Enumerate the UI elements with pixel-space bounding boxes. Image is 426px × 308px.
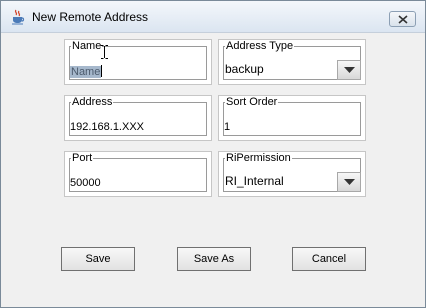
ri-permission-group: RiPermission RI_Internal <box>218 151 366 197</box>
address-type-group: Address Type backup <box>218 39 366 85</box>
ri-permission-select[interactable]: RI_Internal <box>225 174 284 188</box>
dialog-window: New Remote Address Name Name Address Typ… <box>0 0 426 308</box>
name-label: Name <box>71 40 103 52</box>
sort-order-label: Sort Order <box>225 96 279 108</box>
address-type-label: Address Type <box>225 40 295 52</box>
text-cursor-icon <box>101 45 108 62</box>
address-field[interactable]: 192.168.1.XXX <box>70 121 144 133</box>
ri-permission-dropdown-button[interactable] <box>337 172 361 192</box>
address-label: Address <box>71 96 114 108</box>
java-cup-icon <box>10 9 26 25</box>
address-type-select[interactable]: backup <box>225 62 264 76</box>
close-icon <box>398 15 408 24</box>
sort-order-field[interactable]: 1 <box>224 121 230 133</box>
save-as-button[interactable]: Save As <box>177 247 251 271</box>
port-label: Port <box>71 152 94 164</box>
close-button[interactable] <box>389 11 416 27</box>
ri-permission-label: RiPermission <box>225 152 292 164</box>
address-group: Address 192.168.1.XXX <box>64 95 212 141</box>
port-group: Port 50000 <box>64 151 212 197</box>
sort-order-group: Sort Order 1 <box>218 95 366 141</box>
title-bar[interactable]: New Remote Address <box>1 1 425 33</box>
address-type-dropdown-button[interactable] <box>337 60 361 80</box>
cancel-button[interactable]: Cancel <box>292 247 366 271</box>
name-field[interactable]: Name <box>70 65 103 78</box>
chevron-down-icon <box>344 179 355 185</box>
save-button[interactable]: Save <box>61 247 135 271</box>
window-title: New Remote Address <box>32 10 149 24</box>
chevron-down-icon <box>344 67 355 73</box>
port-field[interactable]: 50000 <box>70 177 101 189</box>
name-value: Name <box>70 66 102 78</box>
caret <box>101 65 103 77</box>
name-group: Name Name <box>64 39 212 85</box>
